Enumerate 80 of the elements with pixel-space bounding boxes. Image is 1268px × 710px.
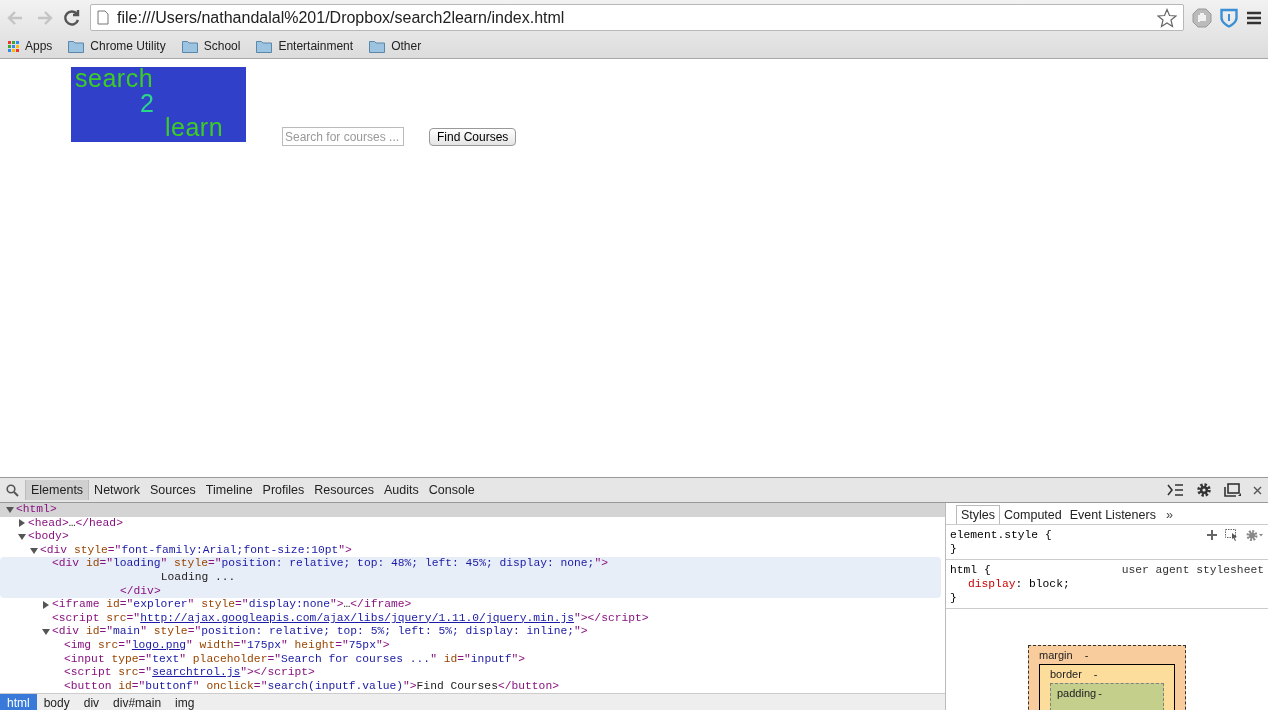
- dom-node[interactable]: <iframe id="explorer" style="display:none">…</iframe>: [52, 598, 412, 612]
- search-icon[interactable]: [6, 483, 19, 497]
- collapsed-arrow-icon[interactable]: [42, 600, 50, 609]
- dom-node[interactable]: <head>…</head>: [28, 516, 123, 531]
- box-label: padding: [1057, 687, 1097, 699]
- breadcrumb[interactable]: div#main: [106, 694, 169, 710]
- reload-icon[interactable]: [62, 7, 82, 28]
- page-icon: [97, 10, 109, 25]
- dom-node[interactable]: <input type="text" placeholder="Search for courses ..." id="inputf">: [64, 652, 526, 667]
- expanded-arrow-icon[interactable]: [30, 546, 38, 555]
- css-property[interactable]: display: block;: [950, 577, 1264, 591]
- devtools-tab[interactable]: Profiles: [257, 480, 310, 500]
- hand-stop-icon[interactable]: [1192, 7, 1212, 28]
- settings-icon[interactable]: [1196, 482, 1212, 498]
- more-tabs[interactable]: »: [1159, 507, 1179, 522]
- bookmark[interactable]: School: [181, 39, 241, 53]
- dom-node[interactable]: <div id="main" style="position: relative; top: 5%; left: 5%; display: inline;">: [52, 625, 588, 639]
- folder-icon: [256, 39, 273, 53]
- link[interactable]: http://ajax.googleapis.com/ajax/libs/jquery/1.11.0/jquery.min.js: [140, 611, 574, 624]
- expanded-arrow-icon[interactable]: [18, 533, 26, 541]
- box-label: margin: [1039, 649, 1073, 661]
- expanded-arrow-icon[interactable]: [42, 628, 50, 637]
- dom-node[interactable]: <html>: [16, 503, 57, 517]
- box-value: -: [1084, 649, 1089, 661]
- find-courses-button[interactable]: Find Courses: [429, 128, 517, 146]
- devtools-tab[interactable]: Sources: [144, 480, 201, 500]
- dom-node[interactable]: <img src="logo.png" width="175px" height="75px">: [64, 638, 390, 653]
- rule-source: user agent stylesheet: [1121, 563, 1264, 577]
- css-selector: element.style {: [950, 528, 1052, 542]
- closing-brace: }: [950, 542, 958, 556]
- menu-icon[interactable]: [1246, 10, 1262, 25]
- folder-icon: [68, 39, 85, 53]
- node-text: Loading ...: [160, 570, 236, 585]
- folder-icon: [181, 39, 198, 53]
- dom-node[interactable]: <script src="http://ajax.googleapis.com/ajax/libs/jquery/1.11.0/jquery.min.js"></script>: [52, 611, 649, 626]
- bookmark[interactable]: Apps: [8, 39, 53, 53]
- bookmark[interactable]: Chrome Utility: [68, 39, 166, 53]
- dom-node[interactable]: <div style="font-family:Arial;font-size:10pt">: [40, 543, 352, 558]
- devtools-tab[interactable]: Timeline: [200, 480, 258, 500]
- closing-brace: }: [950, 591, 958, 605]
- sidebar-tab[interactable]: Styles: [956, 505, 1001, 524]
- sidebar-tab[interactable]: Event Listeners: [1065, 505, 1160, 524]
- devtools-tab[interactable]: Audits: [379, 480, 424, 500]
- devtools-tab[interactable]: Resources: [309, 480, 380, 500]
- dom-node[interactable]: <div id="loading" style="position: relative; top: 48%; left: 45%; display: none;">: [52, 557, 608, 571]
- collapsed-arrow-icon[interactable]: [18, 519, 26, 528]
- element-state-icon[interactable]: [1225, 529, 1238, 541]
- link[interactable]: searchtrol.js: [152, 666, 241, 679]
- shield-icon[interactable]: [1220, 7, 1238, 28]
- devtools-tab[interactable]: Network: [89, 480, 145, 500]
- close-icon[interactable]: [1253, 485, 1262, 495]
- search-field[interactable]: Search for courses ...: [282, 127, 404, 146]
- dock-icon[interactable]: [1224, 483, 1241, 497]
- gear-icon[interactable]: [1246, 528, 1264, 542]
- breadcrumb[interactable]: div: [76, 694, 107, 710]
- expanded-arrow-icon[interactable]: [6, 505, 14, 514]
- plus-icon[interactable]: [1207, 530, 1217, 540]
- address-bar[interactable]: file:///Users/nathandalal%201/Dropbox/search2learn/index.html: [90, 4, 1184, 31]
- breadcrumb[interactable]: html: [0, 694, 37, 710]
- dom-node[interactable]: </div>: [120, 584, 161, 599]
- breadcrumb[interactable]: body: [36, 694, 77, 710]
- dom-node[interactable]: <body>: [28, 530, 69, 544]
- bookmark[interactable]: Entertainment: [256, 39, 354, 53]
- dom-node[interactable]: <script src="searchtrol.js"></script>: [64, 666, 315, 680]
- logo: search 2 learn: [71, 67, 246, 142]
- console-drawer-icon[interactable]: [1167, 484, 1184, 496]
- devtools-tab[interactable]: Elements: [25, 480, 90, 500]
- devtools-tab[interactable]: Console: [423, 480, 480, 500]
- dom-node[interactable]: <button id="buttonf" onclick="search(inputf.value)">Find Courses</button>: [64, 679, 559, 693]
- box-label: border: [1050, 668, 1082, 680]
- star-icon[interactable]: [1157, 7, 1177, 28]
- link[interactable]: logo.png: [131, 638, 187, 651]
- box-value: -: [1098, 687, 1102, 699]
- folder-icon: [369, 39, 386, 53]
- bookmark[interactable]: Other: [369, 39, 422, 53]
- sidebar-tab[interactable]: Computed: [1000, 505, 1066, 524]
- box-value: -: [1093, 668, 1098, 680]
- breadcrumb[interactable]: img: [168, 694, 202, 710]
- css-selector: html {: [950, 563, 991, 577]
- apps-grid-icon: [8, 40, 19, 52]
